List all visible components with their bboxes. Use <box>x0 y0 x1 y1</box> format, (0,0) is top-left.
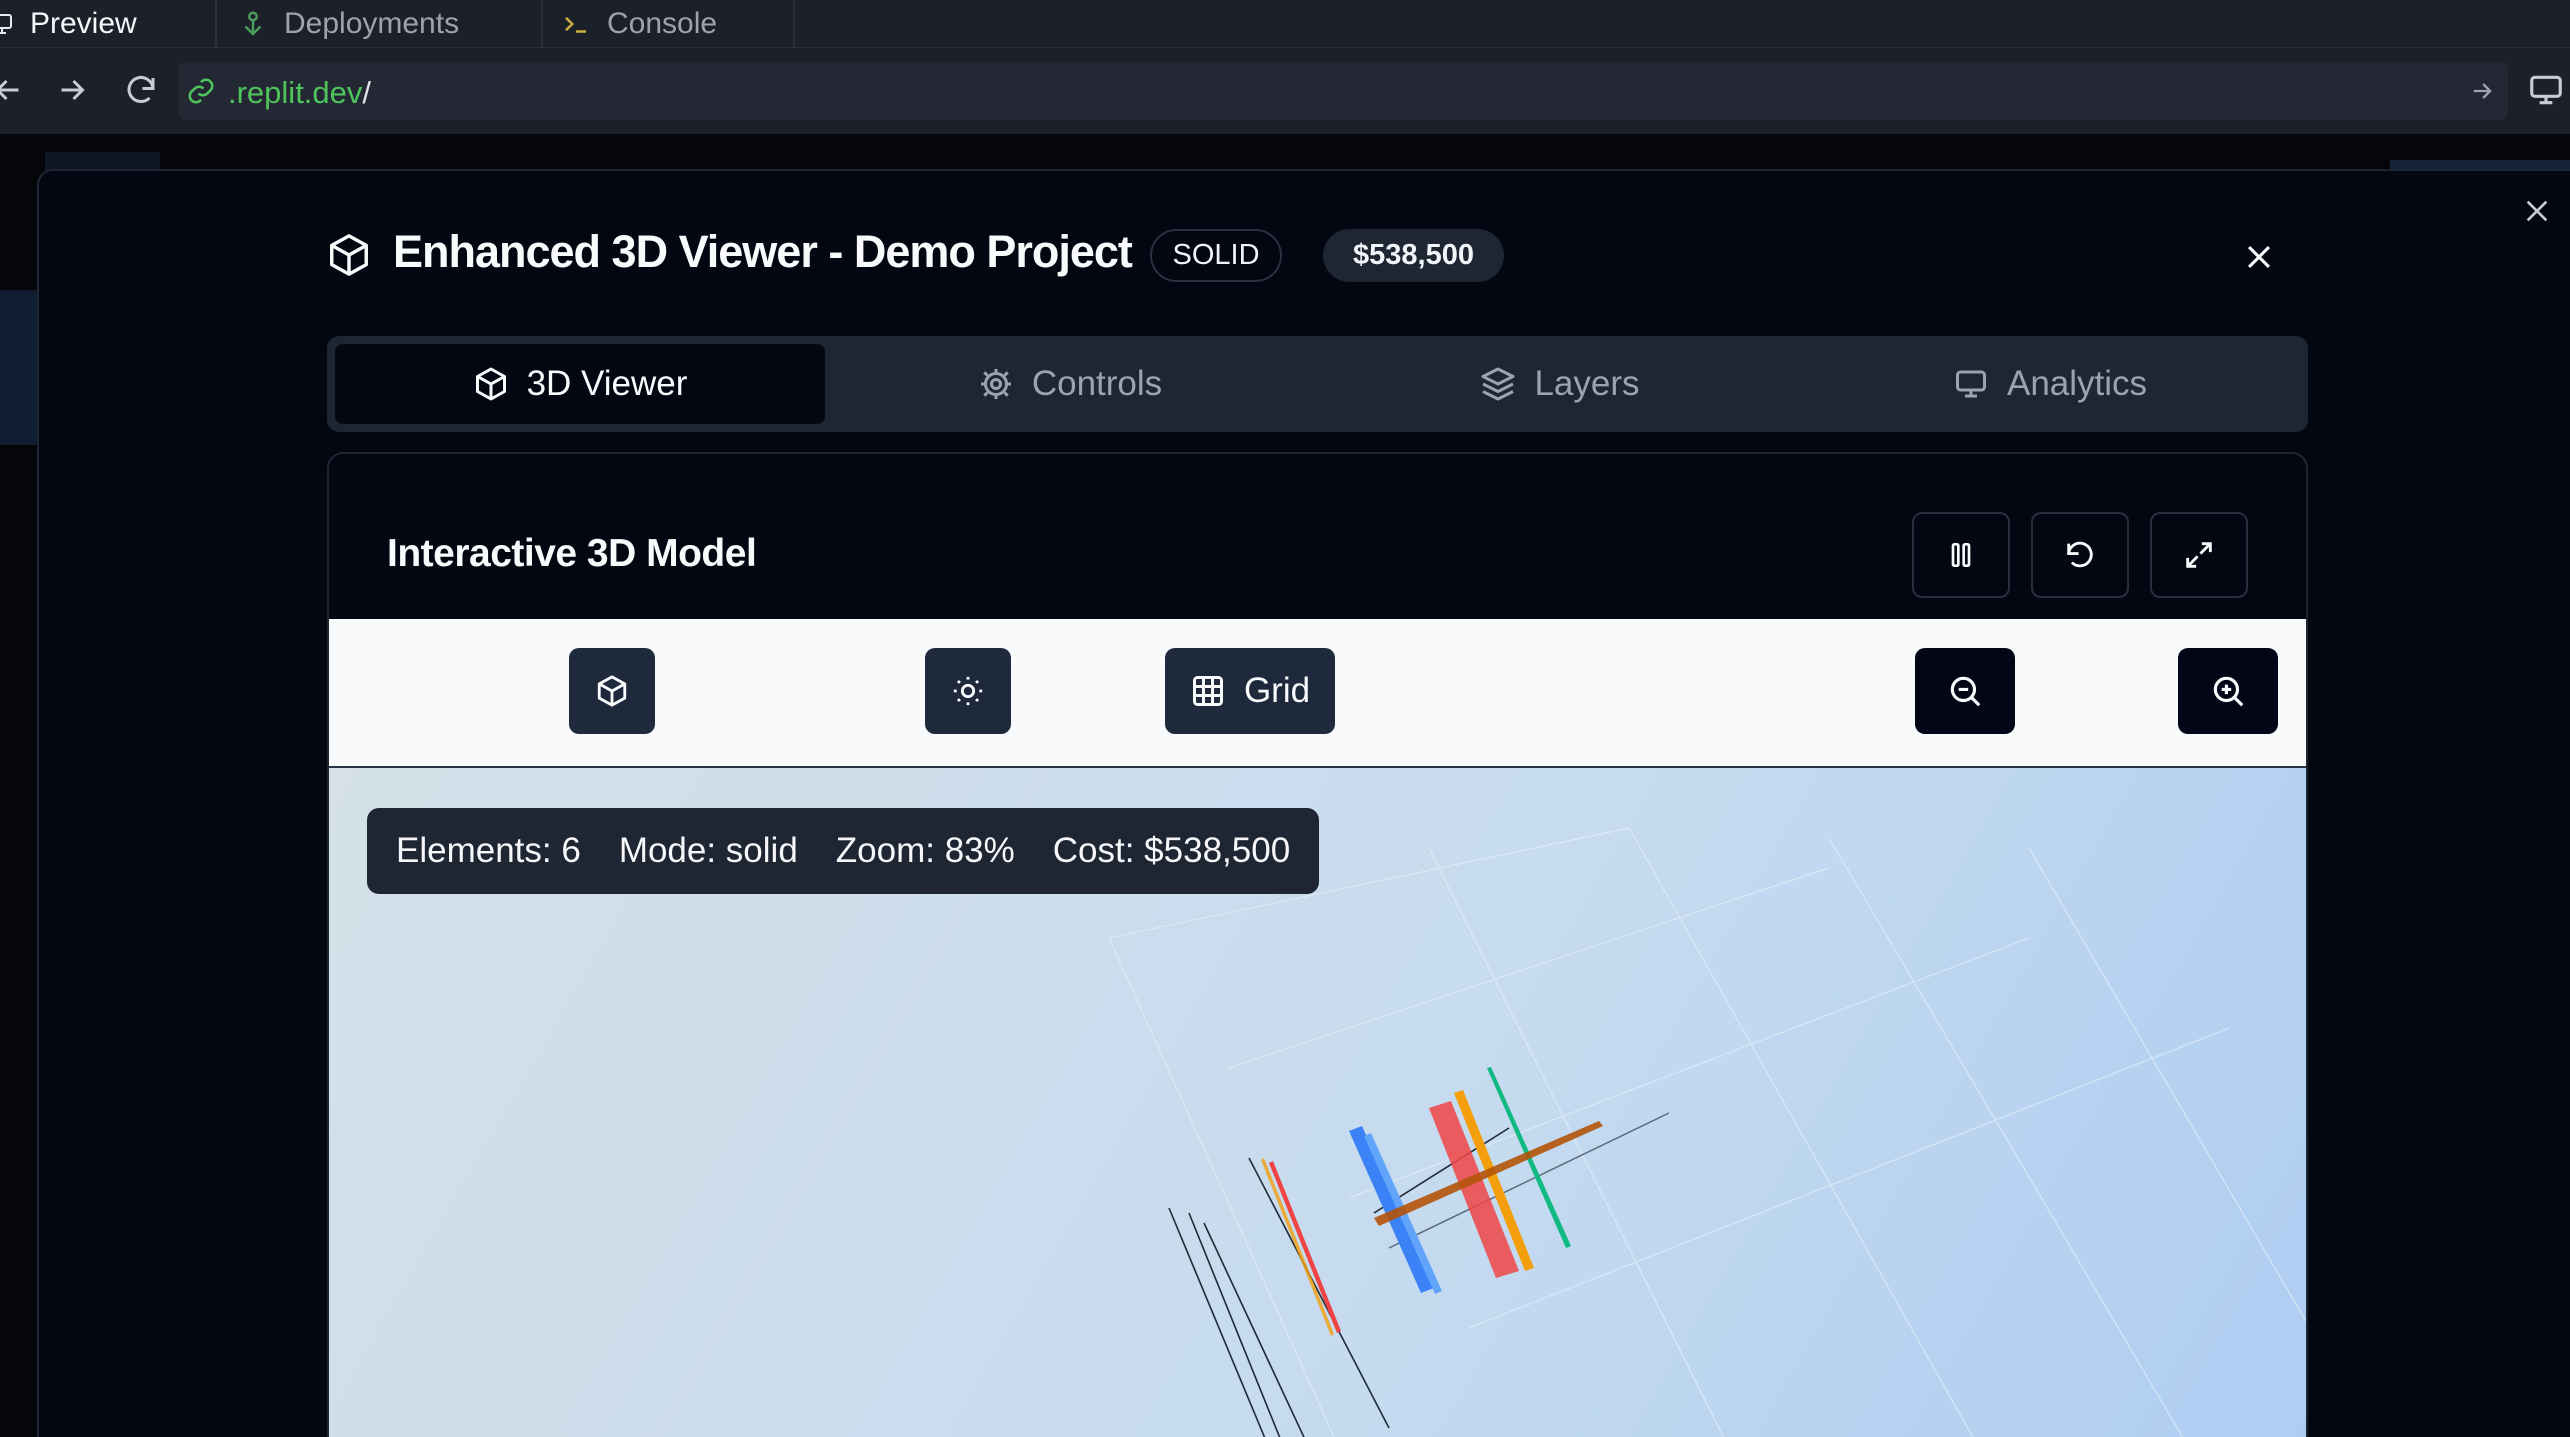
close-icon <box>2242 240 2276 274</box>
url-path: / <box>362 75 372 110</box>
cost-badge: $538,500 <box>1323 229 1504 282</box>
arrow-left-icon <box>0 72 26 108</box>
stat-cost: Cost: $538,500 <box>1052 831 1291 870</box>
grid-toggle-button[interactable]: Grid <box>1165 648 1335 734</box>
link-icon <box>186 76 216 106</box>
tab-divider <box>541 0 543 47</box>
tab-analytics-label: Analytics <box>2006 364 2148 403</box>
viewer-toolbar: Grid <box>329 619 2306 768</box>
stat-elements: Elements: 6 <box>396 831 581 870</box>
orange-line-element <box>1261 1158 1334 1336</box>
tab-3d-viewer[interactable]: 3D Viewer <box>335 344 825 424</box>
forward-button[interactable] <box>50 68 94 112</box>
floor-grid <box>1108 827 2306 1437</box>
mode-badge: SOLID <box>1150 229 1282 282</box>
tab-deployments[interactable]: Deployments <box>238 0 459 47</box>
3d-viewport[interactable]: Elements: 6 Mode: solid Zoom: 83% Cost: … <box>329 768 2306 1437</box>
view-mode-button[interactable] <box>569 648 655 734</box>
tab-3d-viewer-label: 3D Viewer <box>526 364 688 403</box>
blue-wall-element <box>1349 1126 1434 1293</box>
card-title: Interactive 3D Model <box>387 532 757 575</box>
tab-deployments-label: Deployments <box>284 6 460 40</box>
tab-layers-label: Layers <box>1534 364 1640 403</box>
tab-layers[interactable]: Layers <box>1315 344 1805 424</box>
dialog-title: Enhanced 3D Viewer - Demo Project <box>393 226 1133 277</box>
cube-icon <box>595 674 629 708</box>
device-preview-button[interactable] <box>2524 68 2568 112</box>
lighting-button[interactable] <box>925 648 1011 734</box>
pause-icon <box>1945 539 1977 571</box>
grid-toggle-label: Grid <box>1243 671 1311 710</box>
fullscreen-button[interactable] <box>2150 512 2248 598</box>
grid-icon <box>1190 673 1226 709</box>
dialog-close-button[interactable] <box>2518 192 2556 230</box>
terminal-icon <box>561 9 591 39</box>
reset-icon <box>2063 538 2097 572</box>
red-line-element <box>1269 1161 1341 1333</box>
zoom-out-icon <box>1946 672 1984 710</box>
layers-icon <box>1480 366 1516 402</box>
zoom-out-button[interactable] <box>1915 648 2015 734</box>
url-domain: .replit.dev <box>228 75 363 110</box>
tab-console-label: Console <box>607 6 718 40</box>
monitor-icon <box>1953 366 1989 402</box>
gear-icon <box>978 366 1014 402</box>
deployments-icon <box>238 9 268 39</box>
url-text: .replit.dev/ <box>228 75 371 111</box>
viewer-tabs: 3D Viewer Controls Layers Analytics <box>327 336 2308 432</box>
stat-zoom: Zoom: 83% <box>835 831 1015 870</box>
tab-divider <box>793 0 795 47</box>
sun-icon <box>951 674 985 708</box>
cube-icon <box>473 366 509 402</box>
grid-axis-line <box>1388 1112 1670 1249</box>
cube-icon <box>326 230 372 280</box>
url-field[interactable]: .replit.dev/ <box>178 62 2508 120</box>
reload-button[interactable] <box>119 68 163 112</box>
go-icon[interactable] <box>2468 77 2496 105</box>
back-button[interactable] <box>0 68 30 112</box>
background-sidebar <box>0 290 37 445</box>
reset-view-button[interactable] <box>2031 512 2129 598</box>
tab-preview[interactable]: Preview <box>0 0 137 47</box>
tab-analytics[interactable]: Analytics <box>1805 344 2295 424</box>
tab-controls[interactable]: Controls <box>825 344 1315 424</box>
pause-button[interactable] <box>1912 512 2010 598</box>
model-card: Interactive 3D Model Grid Elements: 6 Mo… <box>327 452 2308 1437</box>
close-icon <box>2521 195 2553 227</box>
scene-stats-bar: Elements: 6 Mode: solid Zoom: 83% Cost: … <box>367 808 1320 894</box>
workspace-tab-strip: Preview Deployments Console <box>0 0 2570 47</box>
close-button[interactable] <box>2238 236 2280 278</box>
monitor-icon <box>2527 71 2565 109</box>
reload-icon <box>123 72 159 108</box>
monitor-icon <box>0 12 14 36</box>
tab-divider <box>215 0 217 47</box>
tab-controls-label: Controls <box>1031 364 1163 403</box>
fullscreen-icon <box>2182 538 2216 572</box>
tab-preview-label: Preview <box>30 6 137 40</box>
arrow-right-icon <box>54 72 90 108</box>
tab-console[interactable]: Console <box>561 0 717 47</box>
preview-address-bar: .replit.dev/ <box>0 47 2570 134</box>
stat-mode: Mode: solid <box>618 831 798 870</box>
zoom-in-icon <box>2209 672 2247 710</box>
zoom-in-button[interactable] <box>2178 648 2278 734</box>
